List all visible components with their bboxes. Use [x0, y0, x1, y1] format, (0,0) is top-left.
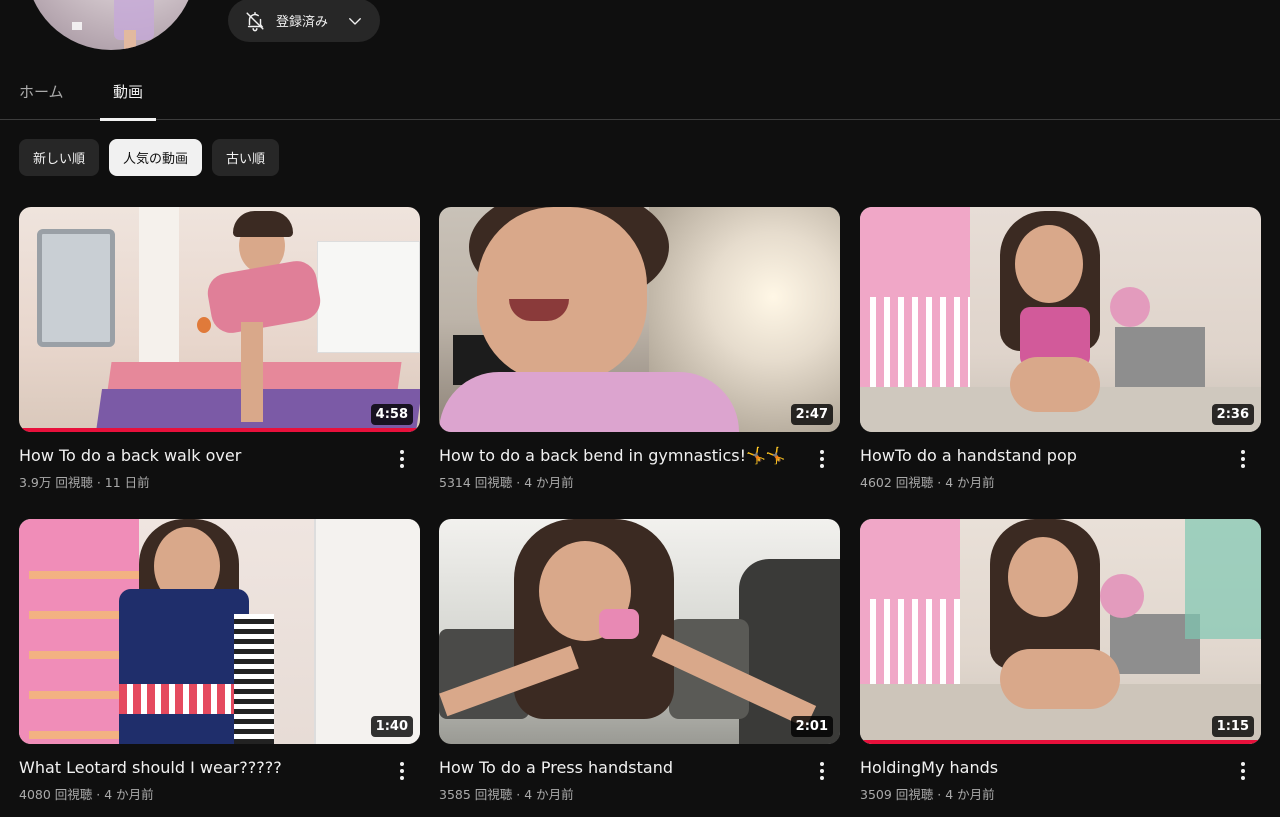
video-title[interactable]: How To do a back walk over [19, 446, 379, 465]
video-title[interactable]: How To do a Press handstand [439, 758, 799, 777]
video-thumbnail[interactable]: 2:01 [439, 519, 840, 744]
video-title[interactable]: HoldingMy hands [860, 758, 1220, 777]
video-meta: 3509 回視聴 · 4 か月前 [860, 787, 995, 802]
video-duration: 1:15 [1211, 716, 1254, 737]
video-card: 4:58 How To do a back walk over 3.9万 回視聴… [19, 207, 420, 490]
tab-videos[interactable]: 動画 [100, 64, 156, 121]
video-card: 1:15 HoldingMy hands 3509 回視聴 · 4 か月前 [860, 519, 1261, 802]
video-thumbnail[interactable]: 2:36 [860, 207, 1261, 432]
video-card: 2:47 How to do a back bend in gymnastics… [439, 207, 840, 490]
tab-home[interactable]: ホーム [19, 64, 64, 119]
video-meta: 3585 回視聴 · 4 か月前 [439, 787, 574, 802]
more-actions-icon[interactable] [392, 759, 412, 783]
more-actions-icon[interactable] [812, 759, 832, 783]
video-title[interactable]: How to do a back bend in gymnastics!🤸🤸 [439, 446, 799, 465]
video-thumbnail[interactable]: 4:58 [19, 207, 420, 432]
subscribed-button[interactable]: 登録済み [228, 0, 380, 42]
video-card: 2:01 How To do a Press handstand 3585 回視… [439, 519, 840, 802]
video-card: 1:40 What Leotard should I wear????? 408… [19, 519, 420, 802]
more-actions-icon[interactable] [812, 447, 832, 471]
video-card: 2:36 HowTo do a handstand pop 4602 回視聴 ·… [860, 207, 1261, 490]
video-thumbnail[interactable]: 1:40 [19, 519, 420, 744]
video-thumbnail[interactable]: 2:47 [439, 207, 840, 432]
video-title[interactable]: What Leotard should I wear????? [19, 758, 379, 777]
video-meta: 4602 回視聴 · 4 か月前 [860, 475, 995, 490]
video-thumbnail[interactable]: 1:15 [860, 519, 1261, 744]
sort-chips: 新しい順 人気の動画 古い順 [19, 139, 280, 176]
more-actions-icon[interactable] [392, 447, 412, 471]
video-meta: 5314 回視聴 · 4 か月前 [439, 475, 574, 490]
more-actions-icon[interactable] [1233, 759, 1253, 783]
video-duration: 1:40 [370, 716, 413, 737]
channel-tabs: ホーム 動画 [0, 64, 1280, 121]
chip-oldest[interactable]: 古い順 [212, 139, 280, 176]
channel-page: 登録済み ホーム 動画 新しい順 人気の動画 古い順 4:58 How To d… [0, 0, 1280, 817]
chip-popular[interactable]: 人気の動画 [109, 139, 203, 176]
video-duration: 2:01 [790, 716, 833, 737]
subscribed-label: 登録済み [276, 15, 329, 30]
video-meta: 3.9万 回視聴 · 11 日前 [19, 475, 150, 490]
chip-newest[interactable]: 新しい順 [19, 139, 100, 176]
video-meta: 4080 回視聴 · 4 か月前 [19, 787, 154, 802]
chevron-down-icon [346, 12, 364, 30]
video-title[interactable]: HowTo do a handstand pop [860, 446, 1220, 465]
more-actions-icon[interactable] [1233, 447, 1253, 471]
video-duration: 2:47 [790, 404, 833, 425]
video-duration: 4:58 [370, 404, 413, 425]
channel-avatar[interactable] [26, 0, 196, 50]
bell-off-icon [244, 10, 266, 32]
video-duration: 2:36 [1211, 404, 1254, 425]
